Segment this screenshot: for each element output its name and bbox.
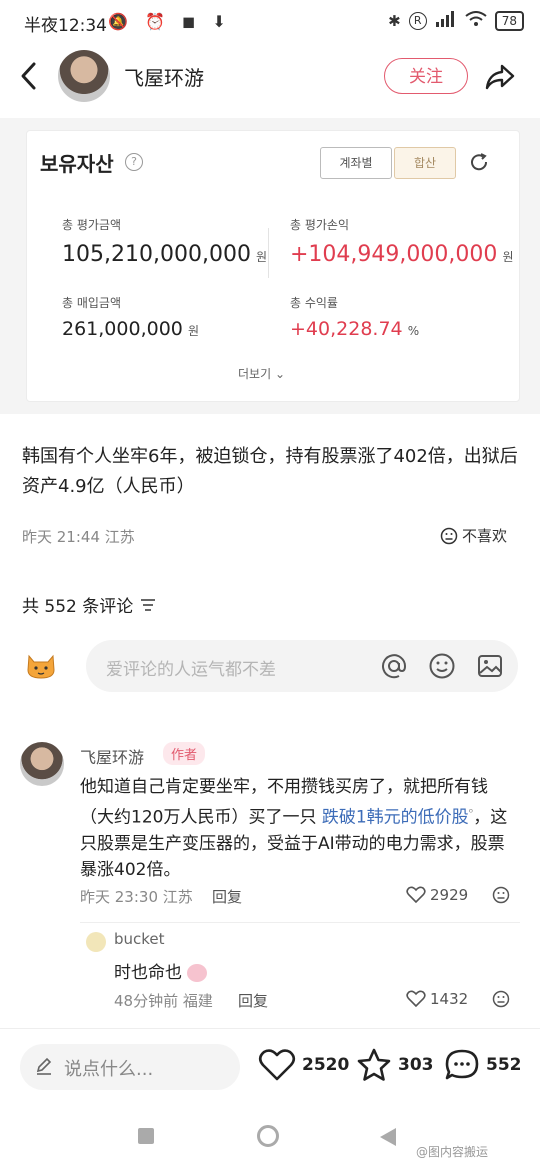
watermark: @图内容搬运	[416, 1145, 489, 1159]
share-button[interactable]	[484, 60, 516, 92]
author-avatar[interactable]	[58, 50, 110, 102]
total-buy-value: 261,000,000	[62, 318, 183, 340]
author-name[interactable]: 飞屋环游	[124, 62, 204, 91]
follow-button[interactable]: 关注	[384, 58, 468, 94]
comment-like-count: 2929	[430, 886, 469, 904]
status-notification-icons: 🔕 ⏰ ◼ ⬇	[108, 12, 232, 31]
comments-count: 552	[486, 1055, 522, 1075]
comment-meta: 昨天 23:30 江苏	[80, 888, 193, 906]
share-icon	[485, 64, 515, 90]
comment-input-placeholder: 爱评论的人运气都不差	[106, 660, 276, 680]
stock-link[interactable]: 跌破1韩元的低价股	[322, 808, 469, 828]
back-nav-button[interactable]	[380, 1128, 396, 1146]
home-button[interactable]	[257, 1125, 279, 1147]
return-unit: %	[407, 324, 420, 338]
sort-icon	[141, 598, 156, 611]
sad-face-icon	[492, 990, 510, 1008]
favorite-count: 303	[398, 1055, 434, 1075]
status-right-icons: ✱ R 78	[388, 11, 524, 31]
tab-by-account: 계좌별	[320, 147, 392, 179]
total-eval-label: 총 평가금액	[62, 218, 122, 232]
total-eval-unit: 원	[256, 250, 268, 264]
reply-text: 时也命也	[114, 958, 208, 983]
asset-card-title: 보유자산	[40, 152, 114, 176]
total-eval: 105,210,000,000 원	[62, 242, 267, 267]
star-icon	[357, 1048, 391, 1081]
comment-count-label: 共 552 条评论	[22, 597, 134, 617]
bottom-divider	[0, 1028, 540, 1029]
comment-dislike-button[interactable]	[492, 886, 510, 908]
bluetooth-icon: ✱	[388, 12, 401, 30]
chevron-down-icon: ⌄	[274, 367, 286, 381]
author-badge: 作者	[163, 742, 206, 765]
reply-meta: 48分钟前 福建	[114, 992, 213, 1010]
total-buy-unit: 원	[187, 324, 200, 338]
refresh-icon	[467, 150, 491, 174]
total-eval-value: 105,210,000,000	[62, 242, 251, 267]
favorite-button[interactable]: 303	[356, 1048, 434, 1082]
reply-dislike-button[interactable]	[492, 990, 510, 1012]
return: +40,228.74 %	[290, 318, 419, 340]
comment-author[interactable]: 飞屋环游	[80, 744, 144, 768]
sad-face-icon	[440, 527, 458, 544]
recent-apps-button[interactable]	[138, 1128, 154, 1144]
like-button[interactable]: 2520	[258, 1048, 349, 1082]
dislike-button[interactable]: 不喜欢	[440, 525, 507, 546]
help-icon: ?	[125, 153, 143, 171]
reply-avatar[interactable]	[86, 932, 106, 952]
reply-author[interactable]: bucket	[114, 930, 165, 948]
show-more: 더보기 ⌄	[238, 365, 285, 382]
comment-count[interactable]: 共 552 条评论	[22, 592, 157, 617]
reply-like-button[interactable]: 1432	[406, 990, 468, 1008]
show-more-label: 더보기	[238, 367, 272, 381]
heart-icon	[406, 886, 426, 904]
return-label: 총 수익률	[290, 296, 338, 310]
registered-icon: R	[408, 12, 427, 30]
reply-text-body: 时也命也	[114, 963, 182, 983]
my-avatar	[24, 648, 58, 682]
total-buy-label: 총 매입금액	[62, 296, 122, 310]
comment-like-button[interactable]: 2929	[406, 886, 468, 904]
mention-icon[interactable]	[380, 652, 408, 680]
comment-bubble-icon	[445, 1049, 479, 1080]
reply-like-count: 1432	[430, 990, 469, 1008]
status-time: 半夜12:34	[24, 16, 107, 36]
tab-total: 합산	[394, 147, 456, 179]
battery-icon: 78	[494, 11, 524, 31]
reply-button[interactable]: 回复	[212, 886, 242, 907]
pencil-icon	[34, 1056, 54, 1080]
back-arrow-icon	[21, 62, 36, 90]
emoji-icon[interactable]	[428, 652, 456, 680]
comment-avatar[interactable]	[20, 742, 64, 786]
sad-face-icon	[492, 886, 510, 904]
return-value: +40,228.74	[290, 318, 403, 340]
heart-icon	[406, 990, 426, 1008]
status-bar: 半夜12:34 🔕 ⏰ ◼ ⬇ ✱ R 78	[0, 0, 540, 46]
total-pl-value: +104,949,000,000	[290, 242, 498, 267]
total-pl-label: 총 평가손익	[290, 218, 350, 232]
image-icon[interactable]	[476, 652, 504, 680]
dislike-label: 不喜欢	[462, 527, 508, 545]
reply-reply-button[interactable]: 回复	[238, 990, 268, 1011]
post-text: 韩国有个人坐牢6年，被迫锁仓，持有股票涨了402倍，出狱后资产4.9亿（人民币）	[22, 446, 518, 497]
back-button[interactable]	[16, 58, 42, 94]
reply-divider	[80, 922, 520, 923]
heart-icon	[258, 1049, 296, 1081]
post-meta: 昨天 21:44 江苏	[22, 528, 135, 546]
crying-emoji-icon	[187, 964, 208, 982]
signal-icon	[435, 11, 457, 31]
total-pl: +104,949,000,000 원	[290, 242, 514, 267]
like-count: 2520	[302, 1055, 350, 1075]
card-divider	[268, 228, 269, 278]
wifi-icon	[465, 11, 487, 31]
total-pl-unit: 원	[502, 250, 514, 264]
comment-text: 他知道自己肯定要坐牢，不用攒钱买房了，就把所有钱（大约120万人民币）买了一只 …	[80, 774, 520, 883]
total-buy: 261,000,000 원	[62, 318, 199, 340]
comments-button[interactable]: 552	[444, 1048, 522, 1082]
say-something-placeholder: 说点什么...	[64, 1059, 154, 1080]
